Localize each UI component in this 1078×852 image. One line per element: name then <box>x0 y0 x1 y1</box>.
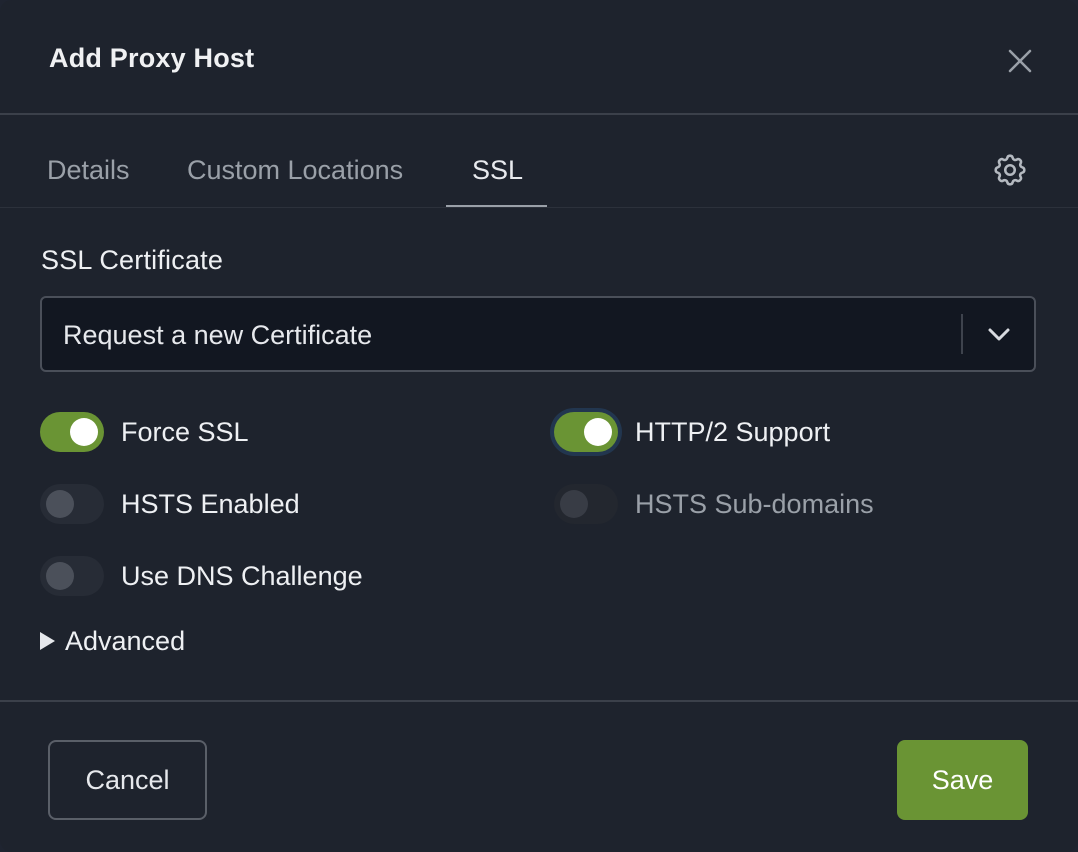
save-button[interactable]: Save <box>897 740 1028 820</box>
tab-bar: Details Custom Locations SSL <box>0 117 1078 208</box>
modal-footer: Cancel Save <box>0 700 1078 852</box>
modal-title: Add Proxy Host <box>49 43 255 73</box>
hsts-subdomains-label: HSTS Sub-domains <box>635 488 874 519</box>
advanced-label: Advanced <box>65 625 186 656</box>
ssl-certificate-value: Request a new Certificate <box>63 320 373 350</box>
active-tab-indicator <box>446 205 547 207</box>
hsts-enabled-toggle[interactable] <box>40 484 104 524</box>
dns-challenge-label: Use DNS Challenge <box>121 560 363 591</box>
tab-details[interactable]: Details <box>47 155 130 186</box>
hsts-subdomains-toggle-row: HSTS Sub-domains <box>554 483 874 525</box>
close-icon[interactable] <box>1003 44 1037 78</box>
cancel-button[interactable]: Cancel <box>48 740 207 820</box>
tab-custom-locations[interactable]: Custom Locations <box>187 155 403 186</box>
tab-ssl[interactable]: SSL <box>472 155 523 186</box>
force-ssl-label: Force SSL <box>121 416 249 447</box>
hsts-subdomains-toggle <box>554 484 618 524</box>
http2-support-label: HTTP/2 Support <box>635 416 831 447</box>
http2-support-toggle[interactable] <box>554 412 618 452</box>
force-ssl-toggle-row[interactable]: Force SSL <box>40 411 249 453</box>
triangle-right-icon <box>40 632 55 650</box>
hsts-toggle-row[interactable]: HSTS Enabled <box>40 483 300 525</box>
http2-toggle-row[interactable]: HTTP/2 Support <box>554 411 830 453</box>
ssl-certificate-label: SSL Certificate <box>41 245 224 275</box>
chevron-down-icon <box>985 322 1013 346</box>
select-divider <box>961 314 963 354</box>
dns-challenge-toggle[interactable] <box>40 556 104 596</box>
advanced-disclosure[interactable]: Advanced <box>40 625 185 657</box>
force-ssl-toggle[interactable] <box>40 412 104 452</box>
hsts-enabled-label: HSTS Enabled <box>121 488 300 519</box>
dns-challenge-toggle-row[interactable]: Use DNS Challenge <box>40 555 363 597</box>
add-proxy-host-modal: Add Proxy Host Details Custom Locations … <box>0 0 1078 852</box>
modal-header: Add Proxy Host <box>0 0 1078 115</box>
ssl-certificate-select[interactable]: Request a new Certificate <box>40 296 1036 372</box>
gear-icon[interactable] <box>991 151 1029 189</box>
